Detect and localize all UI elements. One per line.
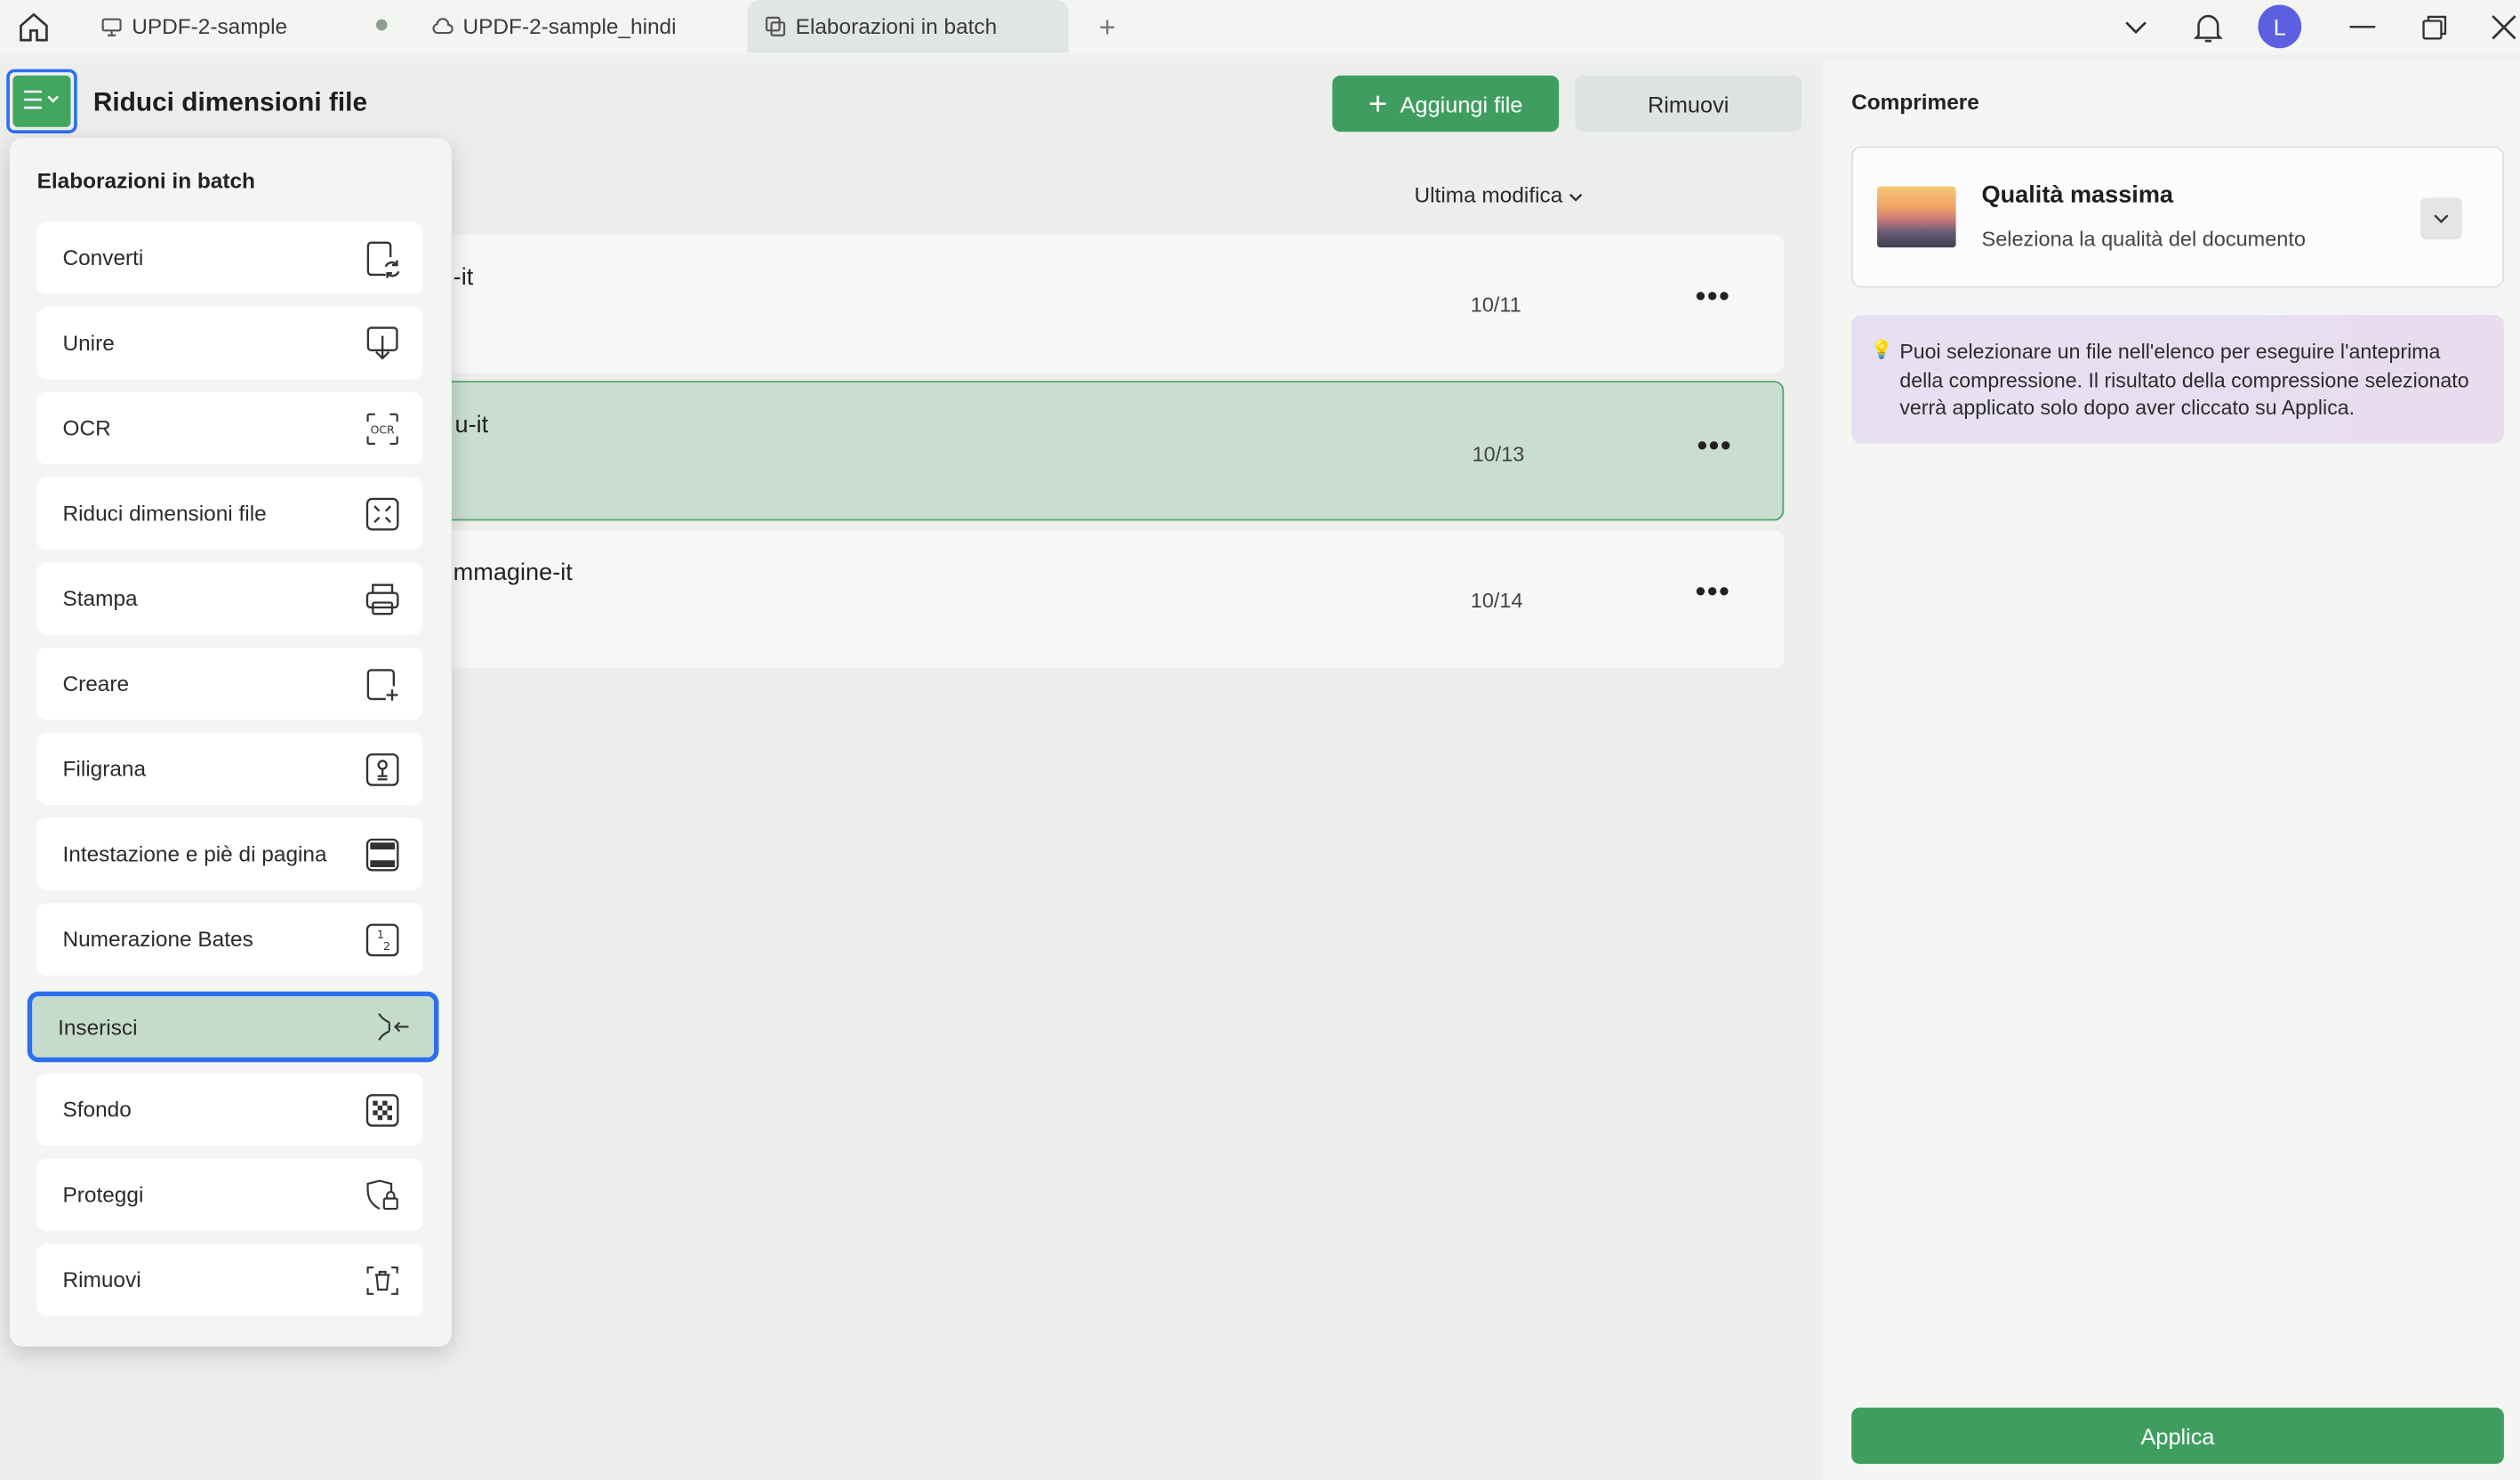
- file-date: 10/11: [1470, 292, 1521, 317]
- menu-item-label: Riduci dimensioni file: [62, 501, 267, 526]
- file-row[interactable]: mmagine-it 10/14 •••: [337, 530, 1785, 669]
- menu-item-label: Proteggi: [62, 1182, 144, 1207]
- more-options-icon[interactable]: •••: [1696, 279, 1731, 313]
- menu-item-label: Intestazione e piè di pagina: [62, 841, 327, 866]
- bates-icon: 12: [365, 920, 400, 958]
- menu-item-inserisci[interactable]: Inserisci: [27, 991, 439, 1063]
- file-name: u-it: [454, 411, 489, 439]
- tab-elaborazioni-in-batch[interactable]: Elaborazioni in batch: [747, 0, 1069, 53]
- quality-selector[interactable]: Qualità massima Seleziona la qualità del…: [1851, 146, 2504, 288]
- menu-item-label: Inserisci: [58, 1014, 138, 1040]
- menu-item-filigrana[interactable]: Filigrana: [36, 732, 423, 806]
- add-files-button[interactable]: + Aggiungi file: [1332, 75, 1560, 133]
- menu-item-label: Sfondo: [62, 1097, 132, 1122]
- sort-dropdown[interactable]: Ultima modifica: [1415, 183, 1584, 207]
- ocr-icon: OCR: [365, 409, 400, 447]
- file-name: -it: [453, 263, 474, 292]
- panel-title: Comprimere: [1851, 90, 1979, 115]
- chevron-down-icon[interactable]: [2420, 197, 2462, 240]
- bell-icon[interactable]: [2187, 6, 2229, 48]
- batch-icon: [764, 15, 786, 37]
- insert-icon: [376, 1008, 412, 1046]
- menu-item-stampa[interactable]: Stampa: [36, 562, 423, 635]
- new-tab-icon[interactable]: +: [1087, 6, 1128, 48]
- svg-text:2: 2: [383, 938, 390, 952]
- convert-icon: [365, 238, 400, 278]
- title-bar: UPDF-2-sample UPDF-2-sample_hindi Elabor…: [0, 0, 2520, 55]
- tip-text: Puoi selezionare un file nell'elenco per…: [1899, 339, 2469, 420]
- menu-item-intestazione-e-pie-di-pagina[interactable]: Intestazione e piè di pagina: [36, 817, 423, 890]
- menu-item-proteggi[interactable]: Proteggi: [36, 1158, 423, 1231]
- menu-item-rimuovi[interactable]: Rimuovi: [36, 1243, 423, 1316]
- compress-icon: [365, 495, 400, 533]
- chevron-down-icon: [1569, 183, 1584, 207]
- menu-item-creare[interactable]: Creare: [36, 648, 423, 720]
- lightbulb-icon: 💡: [1870, 341, 1893, 360]
- tab-updf-2-sample-hindi[interactable]: UPDF-2-sample_hindi: [414, 0, 735, 53]
- page-title: Riduci dimensioni file: [92, 88, 368, 117]
- info-tip: 💡 Puoi selezionare un file nell'elenco p…: [1851, 315, 2504, 444]
- menu-item-label: Unire: [62, 331, 115, 356]
- watermark-icon: [365, 750, 400, 788]
- tab-label: Elaborazioni in batch: [795, 14, 998, 39]
- background-icon: [365, 1090, 400, 1129]
- home-icon[interactable]: [12, 6, 54, 48]
- sort-label: Ultima modifica: [1414, 182, 1563, 208]
- file-row[interactable]: -it 10/11 •••: [337, 234, 1785, 374]
- file-name: mmagine-it: [453, 559, 573, 587]
- add-files-label: Aggiungi file: [1400, 91, 1523, 117]
- restore-icon[interactable]: [2414, 6, 2456, 48]
- hamburger-icon: [22, 87, 60, 115]
- monitor-icon: [100, 15, 122, 37]
- menu-item-ocr[interactable]: OCR OCR: [36, 391, 423, 465]
- minimize-icon[interactable]: [2341, 6, 2383, 48]
- menu-item-unire[interactable]: Unire: [36, 307, 423, 380]
- tools-menu-button[interactable]: [6, 68, 77, 133]
- menu-item-converti[interactable]: Converti: [36, 221, 423, 294]
- menu-item-sfondo[interactable]: Sfondo: [36, 1073, 423, 1146]
- close-icon[interactable]: [2483, 6, 2520, 48]
- menu-title: Elaborazioni in batch: [36, 168, 255, 193]
- menu-item-label: Numerazione Bates: [62, 927, 253, 952]
- menu-item-label: Creare: [62, 672, 130, 696]
- header-footer-icon: [365, 835, 400, 873]
- file-date: 10/13: [1472, 441, 1525, 466]
- menu-item-label: Stampa: [62, 586, 138, 611]
- quality-thumbnail: [1877, 186, 1956, 248]
- compress-panel: Comprimere Qualità massima Seleziona la …: [1822, 60, 2520, 1480]
- create-icon: [365, 664, 400, 703]
- print-icon: [365, 579, 400, 617]
- menu-item-label: Converti: [62, 245, 144, 270]
- remove-button[interactable]: Rimuovi: [1575, 75, 1802, 133]
- menu-item-label: Rimuovi: [62, 1267, 141, 1292]
- quality-description: Seleziona la qualità del documento: [1981, 226, 2306, 251]
- tab-label: UPDF-2-sample_hindi: [462, 14, 677, 39]
- tab-updf-2-sample[interactable]: UPDF-2-sample: [84, 0, 405, 53]
- protect-icon: [365, 1176, 400, 1214]
- more-options-icon[interactable]: •••: [1697, 429, 1733, 462]
- menu-item-riduci-dimensioni-file[interactable]: Riduci dimensioni file: [36, 477, 423, 550]
- more-options-icon[interactable]: •••: [1696, 575, 1731, 609]
- batch-tools-menu: Elaborazioni in batch Converti Unire OCR…: [9, 138, 452, 1347]
- merge-icon: [365, 324, 400, 362]
- cloud-icon: [430, 15, 453, 37]
- menu-item-label: OCR: [62, 415, 111, 441]
- plus-icon: +: [1368, 85, 1388, 122]
- avatar[interactable]: L: [2258, 4, 2302, 49]
- tab-label: UPDF-2-sample: [132, 14, 288, 39]
- menu-item-numerazione-bates[interactable]: Numerazione Bates 12: [36, 903, 423, 976]
- unsaved-dot: [375, 19, 388, 31]
- file-date: 10/14: [1470, 588, 1523, 613]
- apply-button[interactable]: Applica: [1851, 1407, 2504, 1464]
- svg-text:OCR: OCR: [371, 422, 395, 435]
- menu-item-label: Filigrana: [62, 756, 147, 782]
- remove-icon: [365, 1260, 400, 1299]
- file-row-selected[interactable]: u-it 10/13 •••: [337, 381, 1785, 521]
- quality-name: Qualità massima: [1981, 181, 2174, 209]
- chevron-down-icon[interactable]: [2115, 6, 2157, 48]
